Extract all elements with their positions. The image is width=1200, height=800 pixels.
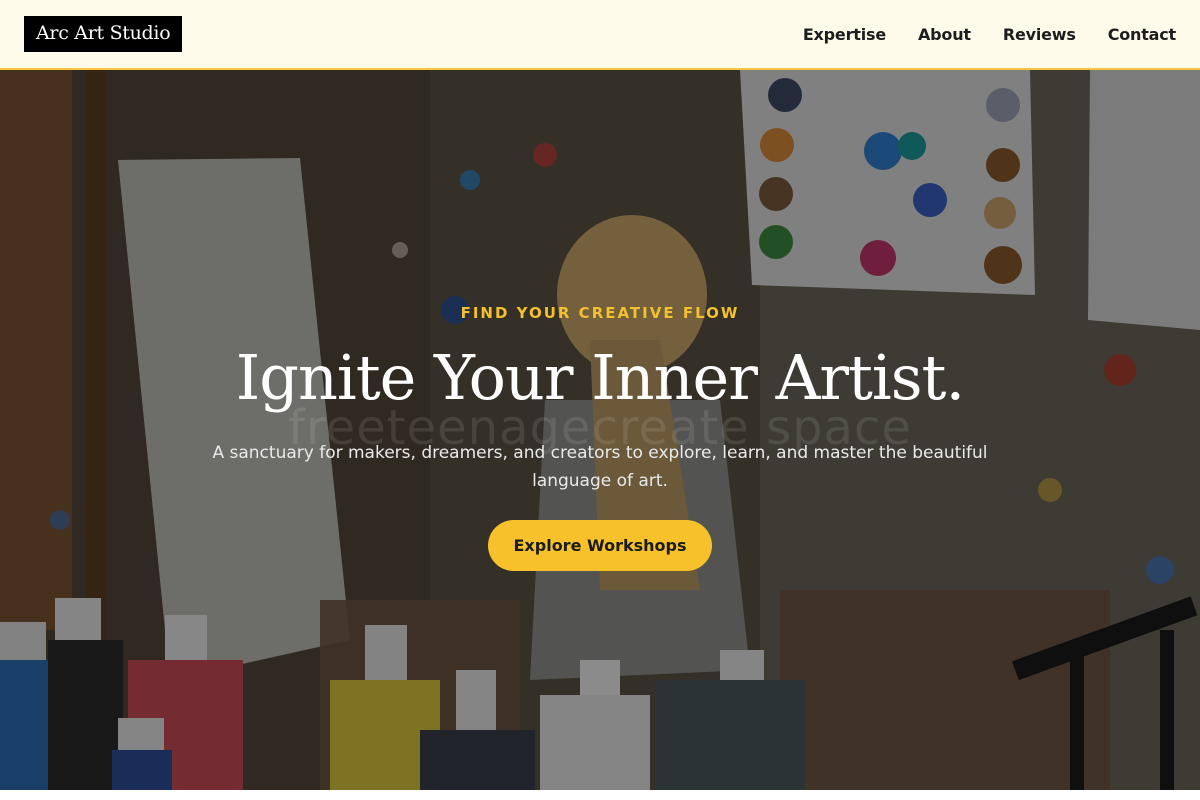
main-nav: Expertise About Reviews Contact [803,25,1176,44]
nav-link-about[interactable]: About [918,25,971,44]
hero-section: freeteenagecreate space FIND YOUR CREATI… [0,70,1200,790]
site-logo[interactable]: Arc Art Studio [24,16,183,52]
page-bottom-edge [0,790,1200,800]
hero-subtext: A sanctuary for makers, dreamers, and cr… [212,443,988,491]
hero-content: freeteenagecreate space FIND YOUR CREATI… [0,70,1200,790]
hero-eyebrow: FIND YOUR CREATIVE FLOW [460,304,740,322]
hero-headline: Ignite Your Inner Artist. [235,341,965,414]
nav-link-contact[interactable]: Contact [1108,25,1177,44]
nav-link-expertise[interactable]: Expertise [803,25,886,44]
nav-link-reviews[interactable]: Reviews [1003,25,1076,44]
explore-workshops-button[interactable]: Explore Workshops [488,520,712,571]
top-navbar: Arc Art Studio Expertise About Reviews C… [0,0,1200,70]
